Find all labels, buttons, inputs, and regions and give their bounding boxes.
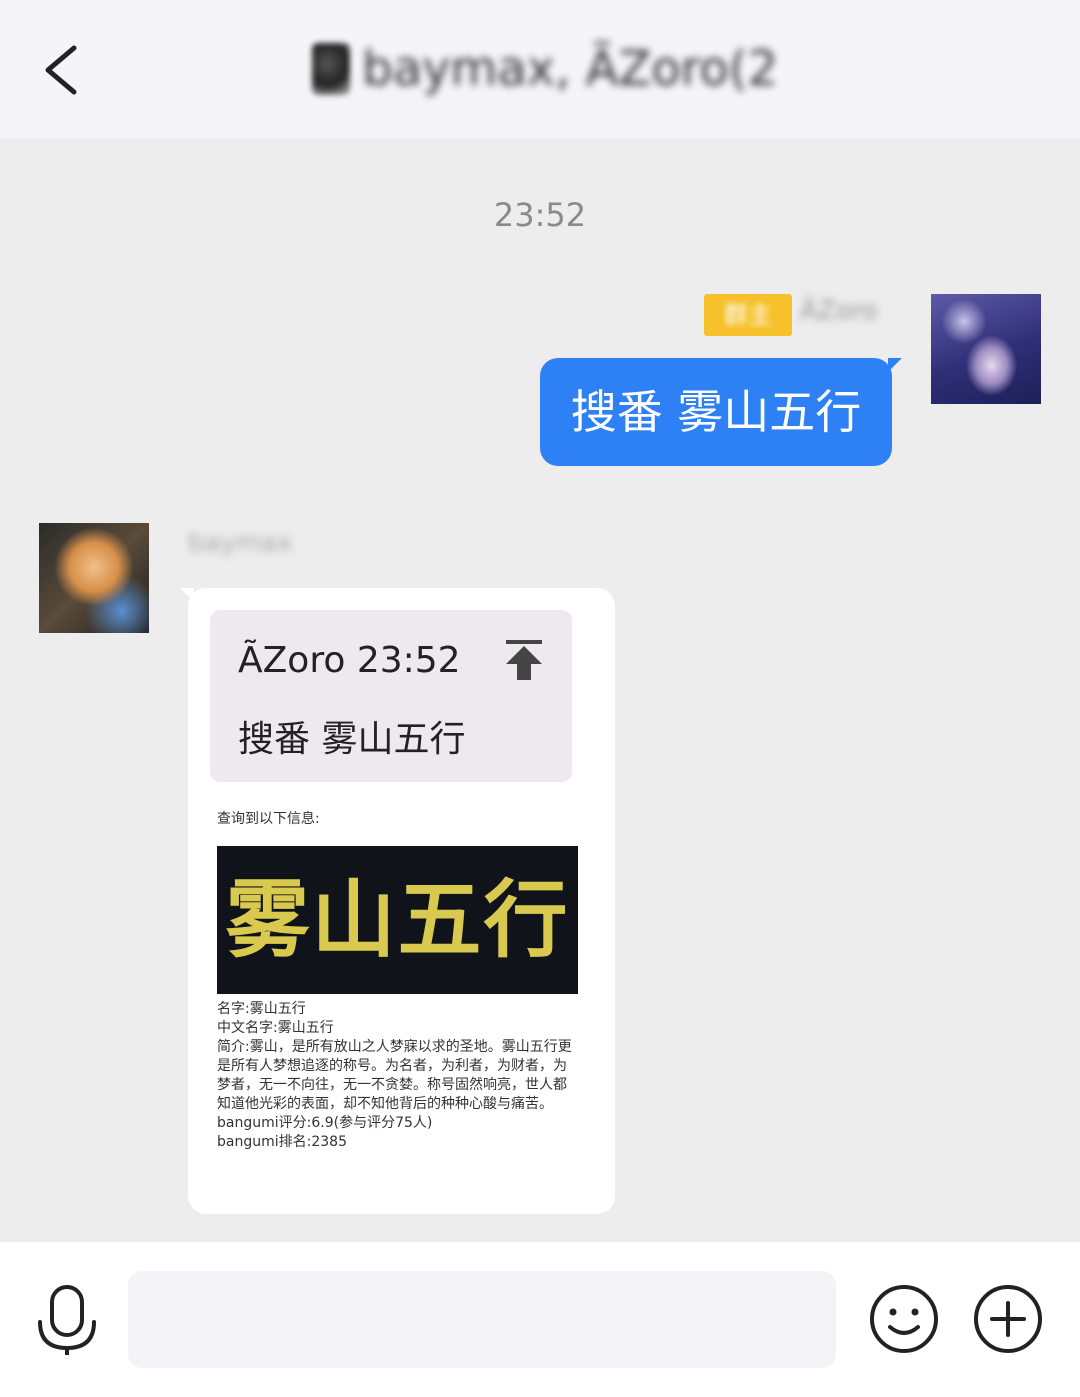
- message-input[interactable]: [128, 1271, 836, 1368]
- quoted-sender: ÃZoro: [238, 640, 346, 681]
- outgoing-message-bubble[interactable]: 搜番 雾山五行: [540, 358, 902, 466]
- chat-title-text: baymax, ÃZoro(2: [362, 41, 778, 97]
- plus-circle-icon[interactable]: [972, 1283, 1044, 1355]
- microphone-icon[interactable]: [34, 1284, 100, 1358]
- quoted-time: 23:52: [356, 640, 461, 681]
- input-bar: [0, 1242, 1080, 1397]
- quoted-message-header: ÃZoro 23:52: [238, 640, 461, 681]
- result-intro: 查询到以下信息:: [217, 811, 320, 827]
- avatar[interactable]: [931, 294, 1041, 404]
- chat-title[interactable]: baymax, ÃZoro(2: [312, 36, 778, 102]
- jump-to-message-icon[interactable]: [504, 638, 544, 682]
- quoted-message[interactable]: ÃZoro 23:52 搜番 雾山五行: [210, 610, 572, 782]
- info-cn-name: 中文名字:雾山五行: [217, 1020, 334, 1036]
- chat-header: baymax, ÃZoro(2: [0, 0, 1080, 138]
- sender-name: baymax: [188, 528, 293, 558]
- info-rank: bangumi排名:2385: [217, 1134, 347, 1150]
- smiley-icon[interactable]: [868, 1283, 940, 1355]
- info-summary: 简介:雾山，是所有放山之人梦寐以求的圣地。雾山五行更是所有人梦想追逐的称号。为名…: [217, 1039, 572, 1112]
- back-arrow-icon[interactable]: [34, 40, 94, 100]
- anime-info: 名字:雾山五行 中文名字:雾山五行 简介:雾山，是所有放山之人梦寐以求的圣地。雾…: [217, 1000, 579, 1152]
- info-score: bangumi评分:6.9(参与评分75人): [217, 1115, 433, 1131]
- info-name: 名字:雾山五行: [217, 1001, 306, 1017]
- role-badge-label: 群主: [724, 301, 772, 329]
- group-icon: [312, 43, 351, 95]
- message-timestamp: 23:52: [493, 196, 587, 234]
- sender-name: ÃZoro: [800, 296, 878, 326]
- role-badge: 群主: [704, 294, 792, 336]
- poster-title-art: 雾山五行: [225, 870, 570, 969]
- incoming-message-card[interactable]: ÃZoro 23:52 搜番 雾山五行 查询到以下信息: 雾山五行 名字:雾山五…: [180, 588, 615, 1214]
- avatar[interactable]: [39, 523, 149, 633]
- quoted-text: 搜番 雾山五行: [238, 719, 466, 760]
- anime-poster[interactable]: 雾山五行: [217, 846, 578, 994]
